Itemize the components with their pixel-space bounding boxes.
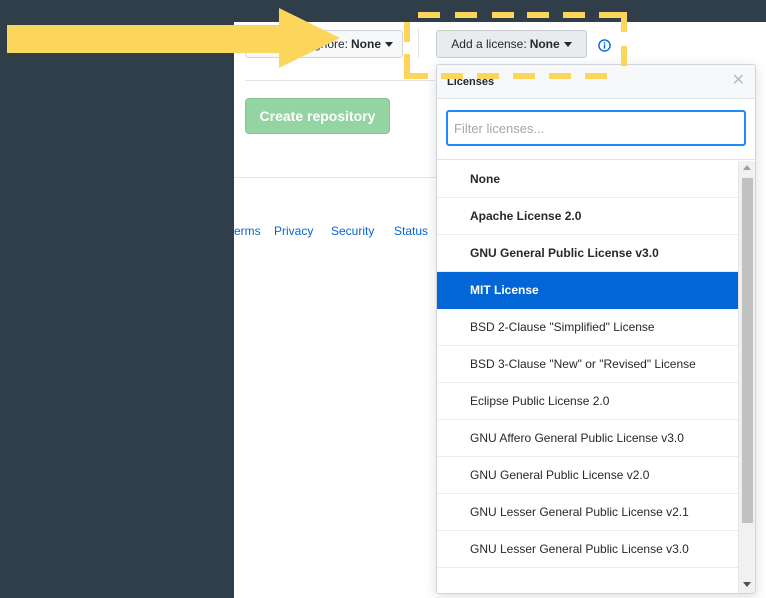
license-item-gpl-3[interactable]: GNU General Public License v3.0: [437, 235, 740, 272]
footer-link-status[interactable]: Status: [394, 224, 428, 238]
footer-link-security[interactable]: Security: [331, 224, 374, 238]
scroll-up-icon[interactable]: [743, 165, 751, 170]
filter-wrapper: [437, 99, 755, 160]
divider: [245, 80, 435, 81]
arrow-right-icon: [7, 8, 340, 68]
license-item-bsd-2[interactable]: BSD 2-Clause "Simplified" License: [437, 309, 740, 346]
close-icon[interactable]: ✕: [732, 73, 745, 89]
footer-divider: [234, 177, 436, 178]
license-item-none[interactable]: None: [437, 161, 740, 198]
dropdown-scrollbar[interactable]: [738, 161, 755, 593]
dropdown-header: Licenses ✕: [437, 65, 755, 99]
create-repository-button[interactable]: Create repository: [245, 98, 390, 134]
scrollbar-thumb[interactable]: [742, 178, 753, 523]
license-dropdown: Licenses ✕ None Apache License 2.0 GNU G…: [436, 64, 756, 594]
license-item-lgpl-3[interactable]: GNU Lesser General Public License v3.0: [437, 531, 740, 568]
license-item-lgpl-2-1[interactable]: GNU Lesser General Public License v2.1: [437, 494, 740, 531]
license-item-agpl-3[interactable]: GNU Affero General Public License v3.0: [437, 420, 740, 457]
scroll-down-icon[interactable]: [743, 582, 751, 587]
license-item-gpl-2[interactable]: GNU General Public License v2.0: [437, 457, 740, 494]
license-item-epl-2[interactable]: Eclipse Public License 2.0: [437, 383, 740, 420]
license-item-mit[interactable]: MIT License: [437, 272, 740, 309]
toolbar-divider: [418, 28, 419, 58]
license-select-button[interactable]: Add a license: None: [436, 30, 587, 58]
license-list: None Apache License 2.0 GNU General Publ…: [437, 161, 740, 568]
license-label: Add a license:: [451, 37, 527, 51]
chevron-down-icon: [563, 41, 572, 47]
gitignore-value: None: [351, 37, 381, 51]
filter-licenses-input[interactable]: [446, 110, 746, 146]
footer-link-terms[interactable]: erms: [234, 224, 261, 238]
license-item-bsd-3[interactable]: BSD 3-Clause "New" or "Revised" License: [437, 346, 740, 383]
license-value: None: [529, 37, 560, 51]
info-circle-icon[interactable]: [598, 39, 611, 52]
license-item-apache-2[interactable]: Apache License 2.0: [437, 198, 740, 235]
footer-link-privacy[interactable]: Privacy: [274, 224, 313, 238]
chevron-down-icon: [385, 41, 393, 47]
